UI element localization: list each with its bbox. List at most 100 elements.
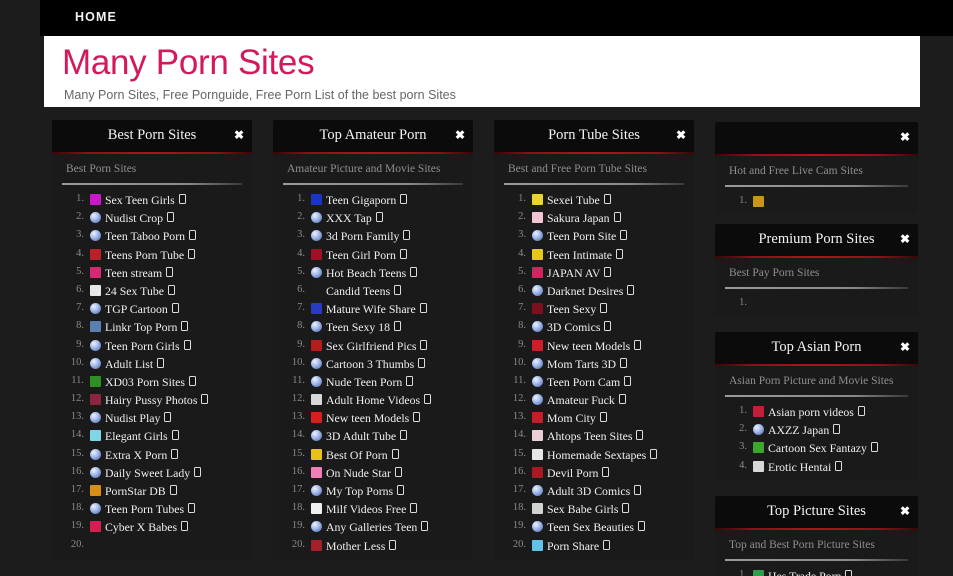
list-item[interactable]: On Nude Star <box>283 464 463 482</box>
list-item[interactable]: Nudist Play <box>62 409 242 427</box>
site-link[interactable]: TGP Cartoon <box>105 302 168 316</box>
site-link[interactable]: Linkr Top Porn <box>105 320 177 334</box>
site-link[interactable]: My Top Porns <box>326 484 393 498</box>
list-item[interactable]: Sex Girlfriend Pics <box>283 337 463 355</box>
site-link[interactable]: Teen Intimate <box>547 248 612 262</box>
site-link[interactable]: XXX Tap <box>326 211 372 225</box>
site-link[interactable]: New teen Models <box>326 411 409 425</box>
list-item[interactable]: Teen Sex Beauties <box>504 518 684 536</box>
list-item[interactable]: Sakura Japan <box>504 209 684 227</box>
site-link[interactable]: New teen Models <box>547 339 630 353</box>
site-link[interactable]: Teen stream <box>105 266 162 280</box>
site-link[interactable]: Sex Girlfriend Pics <box>326 339 416 353</box>
list-item[interactable]: Erotic Hentai <box>725 458 908 476</box>
site-link[interactable]: Hairy Pussy Photos <box>105 393 197 407</box>
list-item[interactable]: Linkr Top Porn <box>62 318 242 336</box>
list-item[interactable]: Teen Girl Porn <box>283 246 463 264</box>
list-item[interactable]: Cartoon 3 Thumbs <box>283 355 463 373</box>
site-link[interactable]: Teen Sexy 18 <box>326 320 390 334</box>
site-link[interactable]: Devil Porn <box>547 466 598 480</box>
site-link[interactable]: Best Of Porn <box>326 448 388 462</box>
list-item[interactable]: Candid Teens <box>283 282 463 300</box>
list-item[interactable]: Mother Less <box>283 537 463 555</box>
list-item[interactable]: Adult Home Videos <box>283 391 463 409</box>
list-item[interactable]: AXZZ Japan <box>725 421 908 439</box>
site-link[interactable]: Extra X Porn <box>105 448 167 462</box>
site-link[interactable]: Mature Wife Share <box>326 302 416 316</box>
list-item[interactable]: Ahtops Teen Sites <box>504 427 684 445</box>
list-item[interactable]: Teen stream <box>62 264 242 282</box>
list-item[interactable]: Teen Intimate <box>504 246 684 264</box>
list-item[interactable]: XD03 Porn Sites <box>62 373 242 391</box>
site-link[interactable]: 3D Adult Tube <box>326 429 396 443</box>
list-item[interactable]: Teen Taboo Porn <box>62 227 242 245</box>
close-icon[interactable]: ✖ <box>900 130 910 144</box>
nav-item-home[interactable]: HOME <box>75 10 117 24</box>
close-icon[interactable]: ✖ <box>676 128 686 142</box>
close-icon[interactable]: ✖ <box>900 232 910 246</box>
site-link[interactable]: 3D Comics <box>547 320 600 334</box>
list-item[interactable]: Milf Videos Free <box>283 500 463 518</box>
site-link[interactable]: Teen Sexy <box>547 302 596 316</box>
list-item[interactable]: Mom Tarts 3D <box>504 355 684 373</box>
list-item[interactable]: Teen Porn Girls <box>62 337 242 355</box>
list-item[interactable]: Amateur Fuck <box>504 391 684 409</box>
list-item[interactable]: Any Galleries Teen <box>283 518 463 536</box>
list-item[interactable]: Darknet Desires <box>504 282 684 300</box>
list-item[interactable]: PornStar DB <box>62 482 242 500</box>
list-item[interactable]: Elegant Girls <box>62 427 242 445</box>
list-item[interactable]: Cyber X Babes <box>62 518 242 536</box>
site-link[interactable]: Teen Porn Tubes <box>105 502 184 516</box>
list-item[interactable]: XXX Tap <box>283 209 463 227</box>
list-item[interactable] <box>725 193 908 211</box>
site-link[interactable]: Ahtops Teen Sites <box>547 429 632 443</box>
list-item[interactable]: Nude Teen Porn <box>283 373 463 391</box>
site-link[interactable]: Hot Beach Teens <box>326 266 406 280</box>
close-icon[interactable]: ✖ <box>900 340 910 354</box>
site-link[interactable]: Milf Videos Free <box>326 502 406 516</box>
list-item[interactable]: JAPAN AV <box>504 264 684 282</box>
site-link[interactable]: Sexei Tube <box>547 193 600 207</box>
close-icon[interactable]: ✖ <box>900 504 910 518</box>
site-link[interactable]: Asian porn videos <box>768 405 854 419</box>
list-item[interactable]: 3d Porn Family <box>283 227 463 245</box>
site-link[interactable]: Sex Teen Girls <box>105 193 175 207</box>
site-link[interactable]: Candid Teens <box>326 284 390 298</box>
list-item[interactable]: Nudist Crop <box>62 209 242 227</box>
site-link[interactable]: Mom City <box>547 411 596 425</box>
close-icon[interactable]: ✖ <box>234 128 244 142</box>
list-item[interactable]: Mom City <box>504 409 684 427</box>
list-item[interactable]: Asian porn videos <box>725 403 908 421</box>
list-item[interactable] <box>62 537 242 555</box>
site-link[interactable]: Teens Porn Tube <box>105 248 184 262</box>
site-link[interactable]: Sex Babe Girls <box>547 502 618 516</box>
list-item[interactable]: Adult List <box>62 355 242 373</box>
site-link[interactable]: Erotic Hentai <box>768 460 831 474</box>
site-link[interactable]: Mother Less <box>326 539 385 553</box>
list-item[interactable]: Cartoon Sex Fantazy <box>725 439 908 457</box>
site-link[interactable]: Porn Share <box>547 539 599 553</box>
close-icon[interactable]: ✖ <box>455 128 465 142</box>
list-item[interactable]: Porn Share <box>504 537 684 555</box>
site-link[interactable]: Sakura Japan <box>547 211 610 225</box>
site-link[interactable]: 24 Sex Tube <box>105 284 164 298</box>
list-item[interactable]: Teen Porn Site <box>504 227 684 245</box>
site-link[interactable]: Cartoon 3 Thumbs <box>326 357 414 371</box>
list-item[interactable]: Hes Trade Porn <box>725 567 908 576</box>
site-link[interactable]: Nudist Play <box>105 411 160 425</box>
site-link[interactable]: Adult List <box>105 357 153 371</box>
site-link[interactable]: Nudist Crop <box>105 211 163 225</box>
site-link[interactable]: JAPAN AV <box>547 266 600 280</box>
site-link[interactable]: Cyber X Babes <box>105 520 177 534</box>
list-item[interactable]: Teen Sexy <box>504 300 684 318</box>
list-item[interactable]: Sex Babe Girls <box>504 500 684 518</box>
list-item[interactable]: Mature Wife Share <box>283 300 463 318</box>
site-link[interactable]: Teen Sex Beauties <box>547 520 634 534</box>
list-item[interactable]: Teens Porn Tube <box>62 246 242 264</box>
site-link[interactable]: Amateur Fuck <box>547 393 615 407</box>
site-link[interactable]: Darknet Desires <box>547 284 623 298</box>
site-link[interactable]: Adult 3D Comics <box>547 484 630 498</box>
list-item[interactable]: Homemade Sextapes <box>504 446 684 464</box>
list-item[interactable]: Daily Sweet Lady <box>62 464 242 482</box>
list-item[interactable]: 24 Sex Tube <box>62 282 242 300</box>
